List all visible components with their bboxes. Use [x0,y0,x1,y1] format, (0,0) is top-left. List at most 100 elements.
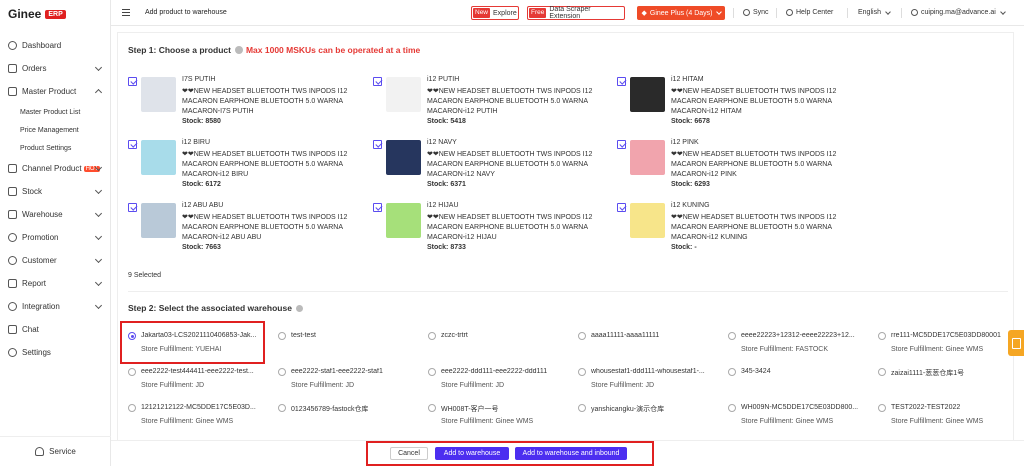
warehouse-radio[interactable] [578,368,586,376]
product-card[interactable]: i12 PUTIH ❤❤NEW HEADSET BLUETOOTH TWS IN… [373,73,613,133]
product-card[interactable]: i12 PINK ❤❤NEW HEADSET BLUETOOTH TWS INP… [617,136,857,196]
warehouse-option[interactable]: aaaa11111-aaaa11111 [578,331,718,361]
language-selector[interactable]: English [858,8,891,16]
ginee-plus-button[interactable]: ◆ Ginee Plus (4 Days) [637,6,725,20]
sidebar-item-stock[interactable]: Stock [0,180,111,203]
info-icon [295,304,303,312]
product-name: i12 BIRU [182,139,211,146]
feedback-tab[interactable] [1008,330,1024,356]
sidebar-item-report[interactable]: Report [0,272,111,295]
add-to-warehouse-and-inbound-button[interactable]: Add to warehouse and inbound [515,447,627,460]
product-description: ❤❤NEW HEADSET BLUETOOTH TWS INPODS I12 M… [427,88,593,115]
product-checkbox[interactable] [373,203,382,212]
product-stock: Stock: 8580 [182,118,221,125]
sidebar-item-integration[interactable]: Integration [0,295,111,318]
warehouse-radio[interactable] [428,332,436,340]
chat-icon [8,325,17,334]
warehouse-option[interactable]: WH009N-MC5DDE17C5E03DD800... Store Fulfil… [728,403,868,433]
user-menu[interactable]: cuiping.ma@advance.ai [911,8,1006,16]
sync-button[interactable]: Sync [743,9,769,16]
product-checkbox[interactable] [373,140,382,149]
warehouse-option[interactable]: zaizai1111-葱葱仓库1号 [878,367,1018,397]
sidebar-item-channel-product[interactable]: Channel Product HOT [0,157,111,180]
product-checkbox[interactable] [617,203,626,212]
product-checkbox[interactable] [128,77,137,86]
warehouse-option[interactable]: rre111-MC5DDE17C5E03DD80001 Store Fulfill… [878,331,1018,361]
product-card[interactable]: I7S PUTIH ❤❤NEW HEADSET BLUETOOTH TWS IN… [128,73,368,133]
product-checkbox[interactable] [617,140,626,149]
sidebar-item-warehouse[interactable]: Warehouse [0,203,111,226]
menu-icon[interactable] [122,9,130,16]
warehouse-option[interactable]: 345-3424 [728,367,868,397]
product-thumbnail [630,203,665,238]
warehouse-radio[interactable] [728,404,736,412]
product-card[interactable]: i12 BIRU ❤❤NEW HEADSET BLUETOOTH TWS INP… [128,136,368,196]
warehouse-radio[interactable] [878,404,886,412]
warehouse-name: whousestaf1-ddd111-whousestaf1-... [591,368,705,375]
product-card[interactable]: i12 HITAM ❤❤NEW HEADSET BLUETOOTH TWS IN… [617,73,857,133]
product-card[interactable]: i12 NAVY ❤❤NEW HEADSET BLUETOOTH TWS INP… [373,136,613,196]
topbar: Add product to warehouse New Explore Fre… [111,0,1024,26]
product-thumbnail [386,77,421,112]
warehouse-radio[interactable] [728,368,736,376]
sidebar-item-dashboard[interactable]: Dashboard [0,34,111,57]
logo[interactable]: Ginee ERP [8,7,66,21]
warehouse-option[interactable]: 12121212122-MC5DDE17C5E03D... Store Fulfi… [128,403,268,433]
service-button[interactable]: Service [0,436,111,466]
warehouse-option[interactable]: TEST2022-TEST2022 Store Fulfillment: Gine… [878,403,1018,433]
warehouse-option[interactable]: 0123456789-fastock仓库 [278,403,418,433]
product-checkbox[interactable] [373,77,382,86]
stock-value: 6371 [450,181,466,188]
product-name: i12 PUTIH [427,76,460,83]
data-scraper-button[interactable]: Free Data Scraper Extension [527,6,625,20]
warehouse-option[interactable]: WH008T-客户一号 Store Fulfillment: Ginee WMS [428,403,568,433]
warehouse-option[interactable]: yanshicangku-演示仓库 [578,403,718,433]
warehouse-radio[interactable] [878,332,886,340]
sidebar-item-promotion[interactable]: Promotion [0,226,111,249]
warehouse-option[interactable]: eee2222-test444411-eee2222-test... Store … [128,367,268,397]
warehouse-option[interactable]: test-test [278,331,418,361]
warehouse-radio[interactable] [878,368,886,376]
product-checkbox[interactable] [617,77,626,86]
warehouse-radio[interactable] [278,332,286,340]
warehouse-radio[interactable] [128,404,136,412]
warehouse-radio[interactable] [578,404,586,412]
product-card[interactable]: i12 ABU ABU ❤❤NEW HEADSET BLUETOOTH TWS … [128,199,368,259]
product-stock: Stock: 6678 [671,118,710,125]
warehouse-radio[interactable] [128,368,136,376]
sidebar-item-orders[interactable]: Orders [0,57,111,80]
sidebar-item-label: Channel Product [22,164,82,173]
warehouse-icon [8,210,17,219]
warehouse-option[interactable]: whousestaf1-ddd111-whousestaf1-... Store … [578,367,718,397]
sidebar-item-master-product[interactable]: Master Product [0,80,111,103]
warehouse-option[interactable]: eee2222-staf1-eee2222-staf1 Store Fulfill… [278,367,418,397]
user-email: cuiping.ma@advance.ai [921,9,996,16]
warehouse-option[interactable]: eeee22223+12312-eeee22223+12... Store Ful… [728,331,868,361]
warehouse-radio[interactable] [428,368,436,376]
warehouse-radio[interactable] [278,368,286,376]
sidebar-subitem-price-management[interactable]: Price Management [0,121,111,139]
sidebar-subitem-product-settings[interactable]: Product Settings [0,139,111,157]
sidebar-item-chat[interactable]: Chat [0,318,111,341]
warehouse-name: 12121212122-MC5DDE17C5E03D... [141,404,256,411]
sidebar-item-settings[interactable]: Settings [0,341,111,364]
warehouse-radio[interactable] [728,332,736,340]
product-checkbox[interactable] [128,140,137,149]
add-to-warehouse-button[interactable]: Add to warehouse [435,447,509,460]
warehouse-radio[interactable] [278,404,286,412]
explore-button[interactable]: New Explore [471,6,519,20]
cancel-button[interactable]: Cancel [390,447,428,460]
help-center-link[interactable]: Help Center [786,9,833,16]
product-checkbox[interactable] [128,203,137,212]
product-card[interactable]: i12 KUNING ❤❤NEW HEADSET BLUETOOTH TWS I… [617,199,857,259]
data-scraper-label: Data Scraper Extension [549,6,591,20]
warehouse-option[interactable]: eee2222-ddd111-eee2222-ddd111 Store Fulfi… [428,367,568,397]
product-card[interactable]: i12 HIJAU ❤❤NEW HEADSET BLUETOOTH TWS IN… [373,199,613,259]
stock-value: - [694,244,697,251]
product-thumbnail [630,77,665,112]
warehouse-radio[interactable] [578,332,586,340]
sidebar-item-customer[interactable]: Customer [0,249,111,272]
warehouse-radio[interactable] [428,404,436,412]
sidebar-subitem-master-product-list[interactable]: Master Product List [0,103,111,121]
warehouse-option[interactable]: zczc-trtrt [428,331,568,361]
